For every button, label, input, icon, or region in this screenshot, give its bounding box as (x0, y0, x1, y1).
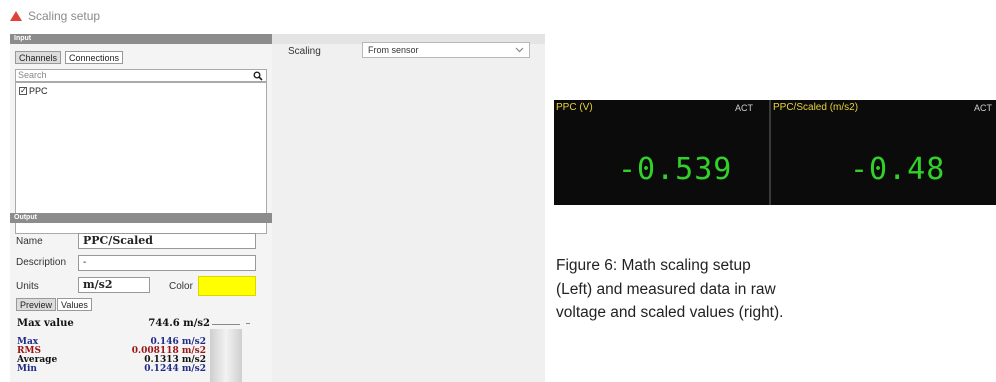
monitor-value: -0.48 (850, 152, 946, 187)
color-label: Color (169, 281, 193, 292)
monitor-title: PPC/Scaled (m/s2) (773, 102, 859, 113)
tab-channels[interactable]: Channels (15, 51, 62, 64)
max-marker-line (212, 324, 240, 325)
units-field[interactable]: m/s2 (78, 277, 150, 293)
description-field[interactable]: - (78, 255, 256, 271)
name-field[interactable]: PPC/Scaled (78, 233, 256, 249)
output-section-header: Output (10, 213, 272, 223)
dialog-title: Scaling setup (28, 9, 101, 23)
input-section-header: Input (10, 34, 272, 44)
scaling-select[interactable]: From sensor (362, 42, 530, 58)
caption-line: voltage and scaled values (right). (556, 304, 784, 321)
value-monitor: PPC (V) ACT -0.539 PPC/Scaled (m/s2) ACT… (554, 100, 996, 205)
search-placeholder: Search (18, 70, 47, 80)
caption-line: (Left) and measured data in raw (556, 280, 776, 298)
chevron-down-icon[interactable] (515, 47, 524, 53)
left-panel: Input Channels Connections Search ✓ PPC … (10, 34, 272, 382)
figure-caption: Figure 6: Math scaling setup (Left) and … (556, 254, 856, 325)
stat-min-label: Min (17, 364, 37, 374)
scaling-panel (272, 34, 545, 382)
color-swatch[interactable] (198, 276, 256, 296)
monitor-title: PPC (V) (556, 102, 593, 113)
monitor-value: -0.539 (618, 152, 733, 187)
dialog-title-bar: Scaling setup (0, 0, 545, 34)
monitor-status: ACT (974, 103, 992, 113)
stat-min-value: 0.1244 m/s2 (144, 364, 206, 374)
scaling-label: Scaling (288, 46, 321, 57)
description-label: Description (16, 257, 67, 268)
name-label: Name (16, 236, 43, 247)
max-marker-tick (246, 323, 250, 324)
search-input[interactable]: Search (15, 69, 267, 82)
preview-gauge (210, 329, 242, 382)
tab-preview[interactable]: Preview (16, 298, 57, 311)
tab-connections[interactable]: Connections (65, 51, 124, 64)
channel-label: PPC (29, 86, 48, 96)
scaling-selected: From sensor (368, 45, 419, 55)
max-value: 744.6 m/s2 (148, 318, 210, 329)
monitor-panel-scaled[interactable]: PPC/Scaled (m/s2) ACT -0.48 (771, 100, 996, 205)
channel-checkbox[interactable]: ✓ (19, 87, 27, 95)
tab-values[interactable]: Values (57, 298, 92, 311)
monitor-status: ACT (735, 103, 753, 113)
monitor-panel-ppc[interactable]: PPC (V) ACT -0.539 (554, 100, 769, 205)
channel-list: ✓ PPC (15, 82, 267, 234)
units-label: Units (16, 281, 39, 292)
max-value-label: Max value (17, 318, 74, 329)
search-icon[interactable] (253, 71, 263, 81)
caption-line: Figure 6: Math scaling setup (556, 257, 751, 274)
warning-triangle-icon (10, 11, 22, 21)
